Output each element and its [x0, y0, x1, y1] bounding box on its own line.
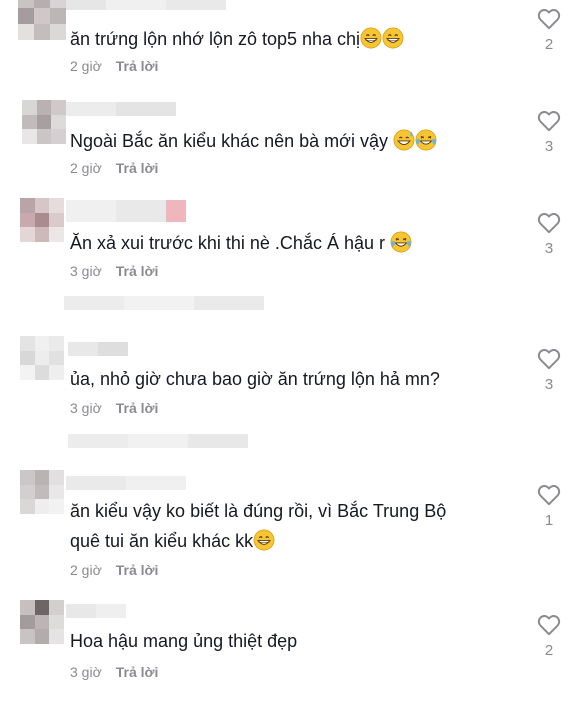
like-button[interactable]: 3	[536, 210, 562, 257]
username-blurred[interactable]	[66, 0, 226, 10]
avatar[interactable]	[18, 0, 66, 40]
grinning-emoji-icon	[382, 27, 404, 49]
avatar[interactable]	[20, 336, 64, 380]
heart-outline-icon	[536, 6, 562, 32]
reply-button[interactable]: Trả lời	[116, 664, 159, 680]
like-button[interactable]: 2	[536, 612, 562, 659]
like-count: 3	[544, 376, 554, 393]
comment-text: ăn trứng lộn nhớ lộn zô top5 nha chị	[70, 26, 404, 52]
avatar[interactable]	[20, 198, 64, 242]
like-button[interactable]: 1	[536, 482, 562, 529]
comment-text: ủa, nhỏ giờ chưa bao giờ ăn trứng lộn hả…	[70, 369, 440, 389]
comment-item: ăn trứng lộn nhớ lộn zô top5 nha chị 2 g…	[0, 0, 580, 90]
username-blurred[interactable]	[68, 342, 128, 356]
like-button[interactable]: 3	[536, 108, 562, 155]
comment-time: 3 giờ	[70, 400, 102, 416]
comment-text: Ngoài Bắc ăn kiểu khác nên bà mới vậy	[70, 128, 437, 154]
comment-text: ăn kiểu vậy ko biết là đúng rồi, vì Bắc …	[70, 498, 446, 554]
like-count: 3	[544, 138, 554, 155]
heart-outline-icon	[536, 210, 562, 236]
comment-text-line: quê tui ăn kiểu khác kk	[70, 528, 446, 554]
comment-text: Ăn xả xui trước khi thi nè .Chắc Á hậu r	[70, 230, 412, 256]
comment-item: Ngoài Bắc ăn kiểu khác nên bà mới vậy 2 …	[0, 96, 580, 186]
like-count: 3	[544, 240, 554, 257]
username-blurred[interactable]	[66, 102, 176, 116]
avatar[interactable]	[20, 600, 64, 644]
like-count: 1	[544, 512, 554, 529]
reply-button[interactable]: Trả lời	[116, 160, 159, 176]
comment-time: 2 giờ	[70, 562, 102, 578]
comment-time: 3 giờ	[70, 664, 102, 680]
comment-meta: 3 giờ Trả lời	[70, 400, 158, 416]
comment-meta: 2 giờ Trả lời	[70, 160, 158, 176]
heart-outline-icon	[536, 346, 562, 372]
reply-button[interactable]: Trả lời	[116, 562, 159, 578]
avatar[interactable]	[22, 100, 66, 144]
grinning-emoji-icon	[360, 27, 382, 49]
avatar[interactable]	[20, 470, 64, 514]
comment-item: ủa, nhỏ giờ chưa bao giờ ăn trứng lộn hả…	[0, 334, 580, 424]
username-blurred[interactable]	[66, 604, 126, 618]
like-button[interactable]: 2	[536, 6, 562, 53]
heart-outline-icon	[536, 612, 562, 638]
comment-text-line: ăn kiểu vậy ko biết là đúng rồi, vì Bắc …	[70, 501, 447, 521]
heart-outline-icon	[536, 482, 562, 508]
heart-outline-icon	[536, 108, 562, 134]
view-replies-blurred[interactable]	[64, 296, 264, 310]
comment-text: Hoa hậu mang ủng thiệt đẹp	[70, 631, 298, 651]
grinning-emoji-icon	[253, 529, 275, 551]
tears-of-joy-emoji-icon	[415, 129, 437, 151]
reply-button[interactable]: Trả lời	[116, 58, 159, 74]
grinning-sweat-emoji-icon	[393, 129, 415, 151]
like-count: 2	[544, 642, 554, 659]
comment-item: Hoa hậu mang ủng thiệt đẹp 3 giờ Trả lời …	[0, 598, 580, 698]
comment-meta: 2 giờ Trả lời	[70, 562, 158, 578]
comment-time: 2 giờ	[70, 58, 102, 74]
like-button[interactable]: 3	[536, 346, 562, 393]
comment-item: Ăn xả xui trước khi thi nè .Chắc Á hậu r…	[0, 196, 580, 286]
username-blurred[interactable]	[66, 476, 186, 490]
view-replies-blurred[interactable]	[68, 434, 248, 448]
reply-button[interactable]: Trả lời	[116, 263, 159, 279]
username-blurred[interactable]	[66, 200, 186, 222]
comment-time: 2 giờ	[70, 160, 102, 176]
comment-meta: 3 giờ Trả lời	[70, 263, 158, 279]
tears-of-joy-emoji-icon	[390, 231, 412, 253]
comment-meta: 2 giờ Trả lời	[70, 58, 158, 74]
comment-item: ăn kiểu vậy ko biết là đúng rồi, vì Bắc …	[0, 468, 580, 588]
reply-button[interactable]: Trả lời	[116, 400, 159, 416]
comment-time: 3 giờ	[70, 263, 102, 279]
like-count: 2	[544, 36, 554, 53]
comment-meta: 3 giờ Trả lời	[70, 664, 158, 680]
